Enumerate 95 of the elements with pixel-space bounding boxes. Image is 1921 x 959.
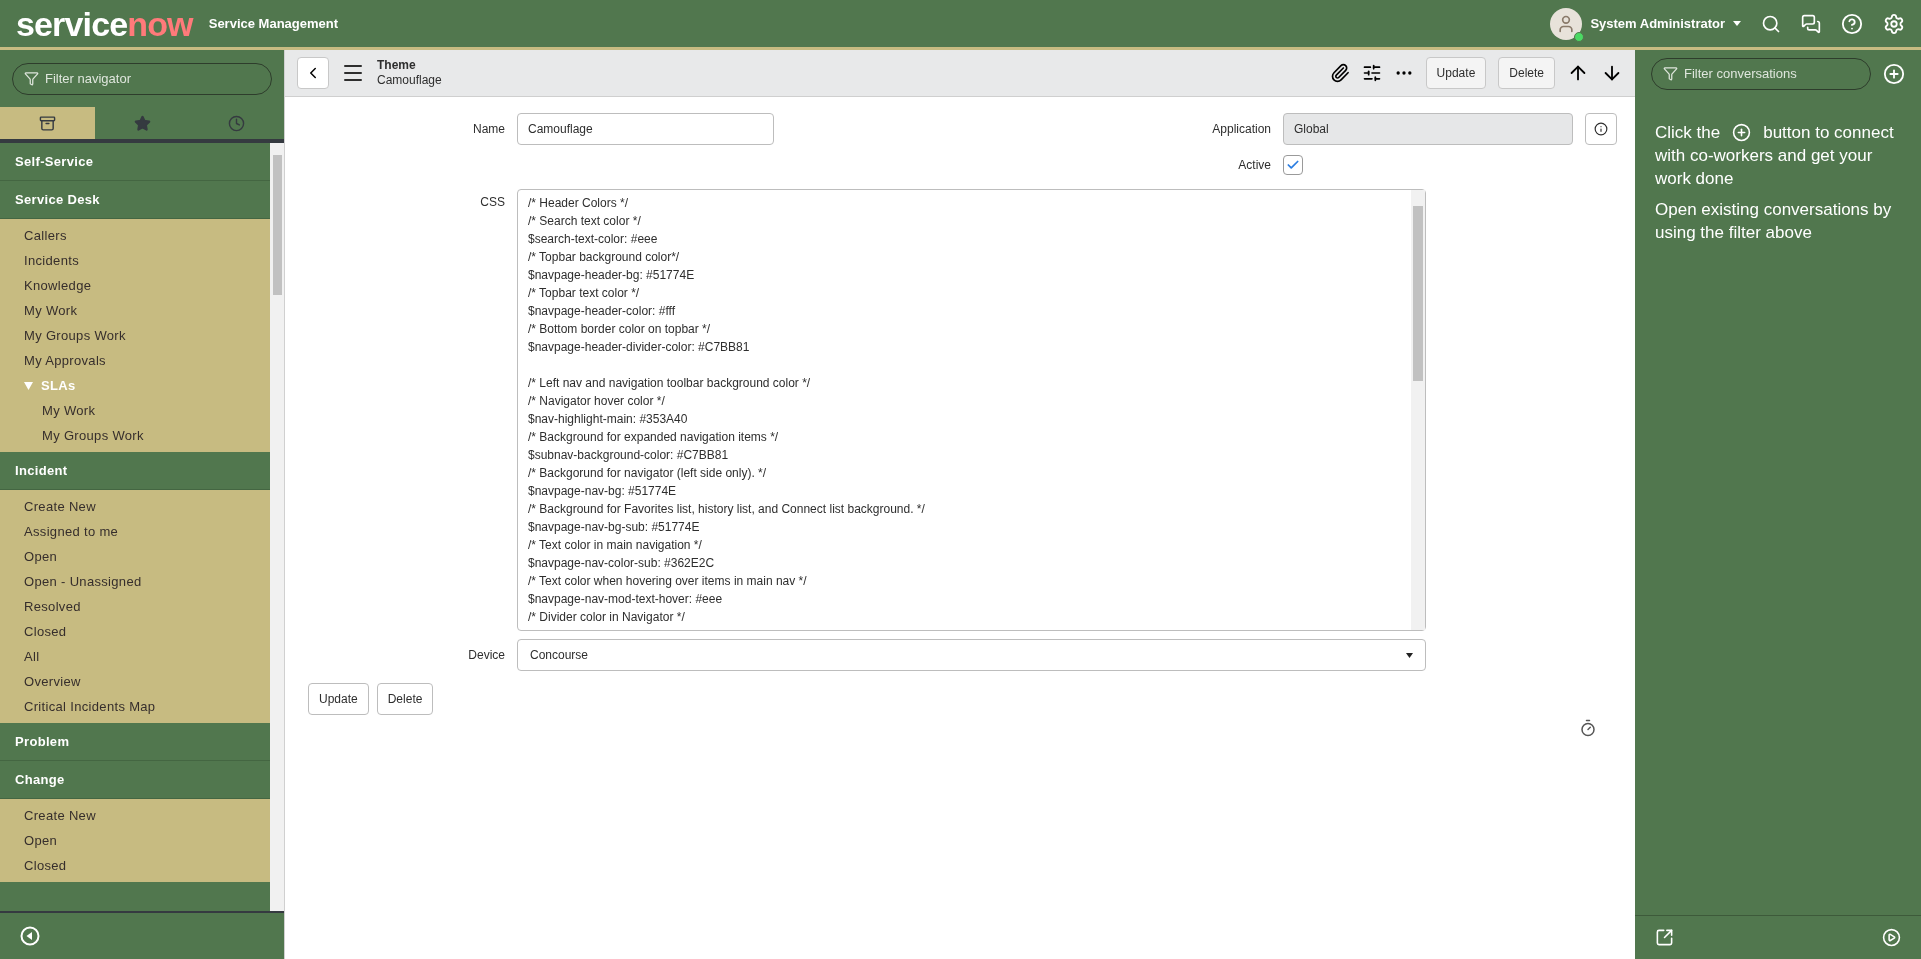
pop-out-icon[interactable] [1655,928,1674,947]
application-field: Global [1283,113,1573,145]
caret-icon [1733,21,1741,26]
nav-item[interactable]: My Work [0,398,270,423]
settings-icon[interactable] [1883,12,1905,35]
logo[interactable]: servicenow [16,6,193,41]
caret-icon [1406,652,1413,658]
nav-item[interactable]: Callers [0,223,270,248]
connect-hint-text: button to connect [1763,122,1894,144]
filter-icon [24,70,39,86]
info-icon [1594,122,1608,136]
nav-item[interactable]: Overview [0,669,270,694]
nav-item[interactable]: Assigned to me [0,519,270,544]
field-label: Name [472,121,505,138]
user-menu[interactable]: System Administrator [1590,13,1741,34]
header-action-button[interactable]: Delete [1498,57,1555,89]
info-button[interactable] [1585,113,1617,145]
sliders-icon[interactable] [1361,63,1382,83]
css-line: $nav-highlight-main: #353A40 [528,411,688,428]
css-line: /* Topbar background color*/ [528,249,680,266]
product-title: Service Management [208,14,339,33]
nav-item[interactable]: Open - Unassigned [0,569,270,594]
paperclip-icon[interactable] [1329,63,1350,83]
avatar[interactable] [1550,7,1583,40]
nav-item[interactable]: Create New [0,494,270,519]
css-line: $navpage-header-bg: #51774E [528,267,695,284]
connect-hint-text: with co-workers and get your work done [1655,145,1874,190]
field-label: CSS [479,194,505,211]
css-line: /* Background for expanded navigation items */ [528,429,779,446]
css-line: /* Bottom border color on topbar */ [528,321,711,338]
nav-item[interactable]: Critical Incidents Map [0,694,270,719]
nav-item[interactable]: My Work [0,298,270,323]
connect-hint-text: Open existing conversations by using the filter above [1655,199,1893,244]
add-conversation-icon[interactable] [1883,62,1905,85]
css-line: /* Search text color */ [528,213,641,230]
record-name: Camouflage [377,73,442,88]
css-line: $navpage-header-color: #fff [528,303,675,320]
css-line: /* Background for Favorites list, history list, and Connect list background. */ [528,501,925,518]
field-label: Active [1237,157,1271,174]
filter-conversations-field[interactable]: Filter conversations [1651,57,1871,90]
timer-icon[interactable] [1579,719,1597,737]
nav-item[interactable]: My Groups Work [0,423,270,448]
form-action-button[interactable]: Update [308,683,369,715]
css-line: /* Divider color in Navigator */ [528,609,685,626]
css-line: /* Backgorund for navigator (left side only). */ [528,465,767,482]
help-icon[interactable] [1841,12,1863,35]
css-line: /* Header Colors */ [528,195,629,212]
css-line: $search-text-color: #eee [528,231,658,248]
scrollbar[interactable] [1411,190,1425,630]
device-select[interactable]: Concourse [517,639,1426,671]
clock-icon [228,114,246,132]
css-line: $subnav-background-color: #C7BB81 [528,447,729,464]
nav-item[interactable]: Incidents [0,248,270,273]
active-checkbox[interactable] [1283,155,1303,175]
play-circle-icon[interactable] [1882,928,1901,947]
star-icon [133,114,151,132]
nav-item[interactable]: Knowledge [0,273,270,298]
plus-circle-icon [1732,123,1752,142]
nav-item[interactable]: My Approvals [0,348,270,373]
nav-item[interactable]: Resolved [0,594,270,619]
nav-item[interactable]: Closed [0,853,270,878]
check-icon [1286,158,1300,172]
css-line: $navpage-nav-mod-text-hover: #eee [528,591,723,608]
css-line: /* Text color in main navigation */ [528,537,702,554]
form-action-button[interactable]: Delete [376,683,434,715]
nav-item[interactable]: My Groups Work [0,323,270,348]
css-line: /* Navigator hover color */ [528,393,665,410]
css-line: /* Left nav and navigation toolbar background color */ [528,375,811,392]
field-label: Device [467,647,505,664]
nav-item[interactable]: Open [0,828,270,853]
css-line: /* Text color when hovering over items in main nav */ [528,573,807,590]
nav-item[interactable]: All [0,644,270,669]
css-line: $navpage-nav-bg: #51774E [528,483,677,500]
chat-icon[interactable] [1801,13,1821,34]
field-label: Application [1211,121,1271,138]
triangle-down-icon [24,381,33,390]
filter-icon [1663,65,1678,81]
nav-item[interactable]: Create New [0,803,270,828]
name-input[interactable]: Camouflage [517,113,774,145]
form-title: Theme [377,58,417,73]
nav-item[interactable]: Open [0,544,270,569]
archive-icon [38,114,56,132]
scrollbar[interactable] [270,143,284,911]
css-editor[interactable] [517,189,1426,631]
search-icon[interactable] [1761,13,1781,34]
css-line: /* Topbar text color */ [528,285,640,302]
nav-item[interactable]: Closed [0,619,270,644]
collapse-left-icon[interactable] [20,926,40,946]
css-line: $navpage-nav-bg-sub: #51774E [528,519,700,536]
navigator-tab[interactable] [0,107,95,139]
css-line: $navpage-header-divider-color: #C7BB81 [528,339,750,356]
css-line: $navpage-nav-color-sub: #362E2C [528,555,715,572]
filter-navigator-field[interactable]: Filter navigator [12,62,272,95]
connect-hint-text: Click the [1655,122,1721,144]
header-action-button[interactable]: Update [1425,57,1487,89]
